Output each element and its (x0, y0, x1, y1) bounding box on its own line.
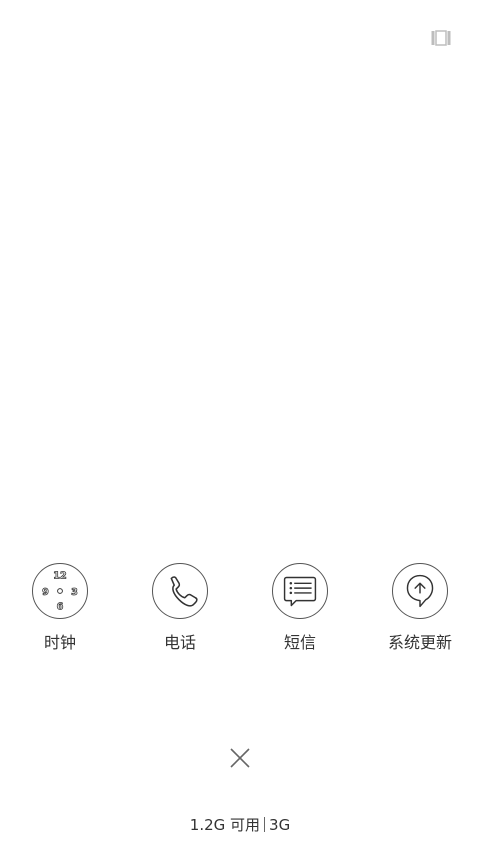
clock-number-9: 9 (42, 587, 49, 598)
app-label-messages: 短信 (283, 633, 316, 652)
memory-separator (264, 817, 266, 832)
memory-info: 1.2G 可用 3G (0, 815, 480, 835)
memory-available: 1.2G 可用 (189, 816, 261, 834)
clock-number-3: 3 (71, 587, 78, 598)
close-icon[interactable] (228, 746, 252, 770)
app-label-phone: 电话 (163, 633, 196, 652)
app-phone[interactable]: 电话 (120, 563, 240, 653)
clock-number-12: 12 (53, 570, 66, 581)
app-clock[interactable]: 12 3 6 9 时钟 (0, 563, 120, 653)
clock-number-6: 6 (57, 601, 64, 612)
recent-apps-icon[interactable] (431, 30, 451, 46)
app-messages[interactable]: 短信 (240, 563, 360, 653)
clock-icon: 12 3 6 9 (32, 563, 88, 619)
system-update-icon (392, 563, 448, 619)
memory-total: 3G (269, 816, 291, 834)
phone-icon (152, 563, 208, 619)
app-label-clock: 时钟 (43, 633, 76, 652)
message-icon (272, 563, 328, 619)
app-label-system-update: 系统更新 (387, 633, 452, 652)
app-system-update[interactable]: 系统更新 (360, 563, 480, 653)
recent-apps-row: 12 3 6 9 时钟 电话 短信 系统更新 (0, 563, 480, 663)
